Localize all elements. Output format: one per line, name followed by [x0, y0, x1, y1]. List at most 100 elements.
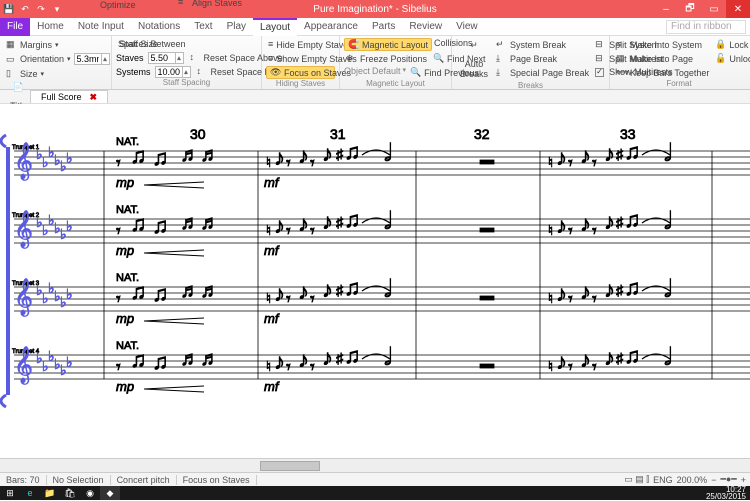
tab-layout[interactable]: Layout — [253, 18, 297, 36]
make-system-icon: ≡ — [616, 39, 627, 50]
staves-label: Staves — [116, 53, 144, 63]
taskbar-ie-icon[interactable]: e — [20, 486, 40, 500]
split-multirest-icon: ⊟ — [595, 53, 606, 64]
document-tab-close-icon[interactable]: ✖ — [90, 92, 98, 103]
window-title: Pure Imagination* - Sibelius — [313, 4, 436, 15]
maximize-button[interactable]: ▭ — [702, 0, 726, 18]
hide-empty-staves-button[interactable]: ≡Hide Empty Staves — [266, 38, 335, 51]
focus-on-staves-button[interactable]: 👁Focus on Staves — [266, 66, 335, 79]
taskbar-clock[interactable]: 10:2725/03/2015 — [706, 486, 750, 500]
optimize-button[interactable]: Optimize — [96, 0, 140, 12]
tab-view[interactable]: View — [449, 18, 485, 36]
default-label[interactable]: Default — [372, 66, 401, 79]
status-view-icons[interactable]: ▭ ▤ ⫿ — [624, 474, 649, 485]
keep-bars-icon: ⟺ — [616, 67, 627, 78]
margins-button[interactable]: ▦Margins▾ — [4, 38, 112, 51]
save-icon[interactable]: 💾 — [2, 2, 16, 16]
size-button[interactable]: ▯Size▾ — [4, 67, 112, 80]
align-staves-button[interactable]: ≡Align Staves — [176, 0, 244, 9]
group-format: Format — [614, 79, 744, 88]
staves-spinner[interactable]: ▴ — [148, 52, 184, 64]
freeze-positions-button[interactable]: ❄Freeze Positions — [344, 52, 429, 65]
make-into-page-button[interactable]: ▤Make Into Page — [614, 52, 711, 65]
object-label: Object — [344, 66, 370, 79]
document-tab-full-score[interactable]: Full Score ✖ — [30, 90, 108, 103]
dynamic-mp: mp — [116, 175, 134, 190]
auto-breaks-icon: ↵ — [465, 40, 483, 58]
taskbar-sibelius-icon[interactable]: ◆ — [100, 486, 120, 500]
align-staves-icon: ≡ — [178, 0, 189, 8]
tab-file[interactable]: File — [0, 18, 30, 36]
tab-text[interactable]: Text — [187, 18, 219, 36]
restore-button[interactable]: 🗗 — [678, 0, 702, 18]
ribbon-search[interactable]: Find in ribbon — [666, 20, 746, 34]
zoom-out-button[interactable]: − — [711, 475, 716, 485]
dynamic-mp: mp — [116, 243, 134, 258]
redo-icon[interactable]: ↷ — [34, 2, 48, 16]
taskbar-store-icon[interactable]: 🛍 — [60, 486, 80, 500]
status-bars: Bars: 70 — [0, 475, 47, 485]
tab-review[interactable]: Review — [402, 18, 449, 36]
group-breaks: Breaks — [456, 81, 605, 90]
auto-breaks-button[interactable]: ↵Auto Breaks — [456, 38, 492, 81]
dynamic-mp: mp — [116, 379, 134, 394]
group-magnetic-layout: Magnetic Layout — [344, 79, 447, 88]
zoom-slider[interactable]: ━●━ — [720, 474, 736, 485]
status-zoom[interactable]: 200.0% — [677, 475, 708, 485]
tab-appearance[interactable]: Appearance — [297, 18, 365, 36]
ribbon: ▦Margins▾ ▭Orientation▾ ▴ ▯Size▾ Staff S… — [0, 36, 750, 90]
unlock-format-button[interactable]: 🔓Unlock Format — [713, 52, 750, 65]
special-page-break-button[interactable]: ⤓Special Page Break — [494, 66, 591, 79]
dynamic-mf: mf — [264, 379, 280, 394]
find-prev-icon: 🔍 — [410, 67, 421, 78]
horizontal-scrollbar[interactable] — [0, 458, 750, 472]
bar-number: 30 — [190, 126, 206, 142]
zoom-in-button[interactable]: + — [741, 475, 746, 485]
unlock-icon: 🔓 — [715, 53, 726, 64]
status-selection: No Selection — [47, 475, 111, 485]
taskbar-explorer-icon[interactable]: 📁 — [40, 486, 60, 500]
tab-notations[interactable]: Notations — [131, 18, 187, 36]
reset-above-icon: ↕ — [190, 52, 201, 63]
tab-play[interactable]: Play — [220, 18, 253, 36]
margins-icon: ▦ — [6, 39, 17, 50]
orientation-value[interactable]: ▴ — [74, 53, 110, 65]
tab-home[interactable]: Home — [30, 18, 71, 36]
windows-taskbar: ⊞ e 📁 🛍 ◉ ◆ 10:2725/03/2015 — [0, 486, 750, 500]
close-button[interactable]: ✕ — [726, 0, 750, 18]
size-icon: ▯ — [6, 68, 17, 79]
document-tab-label: Full Score — [41, 92, 82, 102]
minimize-button[interactable]: – — [654, 0, 678, 18]
tab-parts[interactable]: Parts — [365, 18, 402, 36]
systems-spinner[interactable]: ▴ — [155, 66, 191, 78]
page-break-button[interactable]: ⤓Page Break — [494, 52, 591, 65]
system-break-icon: ↵ — [496, 39, 507, 50]
group-staff-spacing: Staff Spacing — [116, 78, 257, 87]
status-lang[interactable]: ENG — [653, 475, 673, 485]
score-view[interactable]: 𝄞 ♭♭♭ ♭♭♭ 𝄾 ♫ ♫ ♬♬ ♮ ♪ 𝄾 ♪ 𝄾 ♪ ♯ ♫ 𝅗𝅥 ♮ … — [0, 104, 750, 458]
magnetic-layout-button[interactable]: 🧲Magnetic Layout — [344, 38, 432, 51]
page-break-icon: ⤓ — [496, 53, 507, 64]
start-button[interactable]: ⊞ — [0, 486, 20, 500]
ribbon-tabstrip: File Home Note Input Notations Text Play… — [0, 18, 750, 36]
orientation-icon: ▭ — [6, 54, 17, 65]
dynamic-mf: mf — [264, 175, 280, 190]
system-break-button[interactable]: ↵System Break — [494, 38, 591, 51]
document-tab-bar: Full Score ✖ — [0, 90, 750, 104]
status-concert-pitch[interactable]: Concert pitch — [111, 475, 177, 485]
show-multirests-checkbox[interactable] — [595, 68, 604, 77]
scrollbar-thumb[interactable] — [260, 461, 320, 471]
taskbar-chrome-icon[interactable]: ◉ — [80, 486, 100, 500]
undo-icon[interactable]: ↶ — [18, 2, 32, 16]
make-into-system-button[interactable]: ≡Make Into System — [614, 38, 711, 51]
show-empty-staves-button[interactable]: ≡Show Empty Staves — [266, 52, 335, 65]
systems-label: Systems — [116, 67, 151, 77]
music-notation: 𝄞 ♭♭♭ ♭♭♭ 𝄾 ♫ ♫ ♬♬ ♮ ♪ 𝄾 ♪ 𝄾 ♪ ♯ ♫ 𝅗𝅥 ♮ … — [0, 104, 750, 458]
status-focus-staves[interactable]: Focus on Staves — [177, 475, 257, 485]
tab-note-input[interactable]: Note Input — [71, 18, 131, 36]
keep-bars-together-button[interactable]: ⟺Keep Bars Together — [614, 66, 711, 79]
qat-dropdown-icon[interactable]: ▾ — [50, 2, 64, 16]
orientation-button[interactable]: ▭Orientation▾ ▴ — [4, 52, 112, 66]
lock-format-button[interactable]: 🔒Lock Format — [713, 38, 750, 51]
bar-number: 32 — [474, 126, 490, 142]
